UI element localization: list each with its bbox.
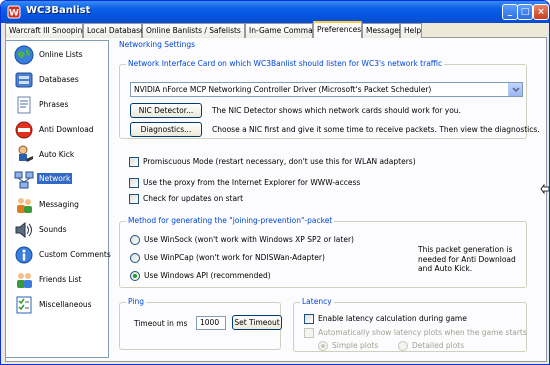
set-timeout-button[interactable]: Set Timeout — [232, 315, 282, 330]
enable-latency-checkbox[interactable] — [304, 314, 314, 324]
close-button[interactable]: × — [533, 4, 549, 20]
enable-latency-label: Enable latency calculation during game — [318, 314, 467, 323]
tab-preferences[interactable]: Preferences — [313, 21, 362, 38]
packet-method-title: Method for generating the "joining-preve… — [126, 216, 335, 225]
sidebar-item-label: Miscellaneous — [39, 300, 92, 309]
sidebar-item-auto-kick[interactable]: Auto Kick — [8, 143, 106, 167]
sidebar-item-label: Phrases — [39, 100, 69, 109]
winpcap-radio[interactable] — [130, 253, 140, 263]
use-proxy-checkbox[interactable] — [129, 178, 139, 188]
diagnostics-button[interactable]: Diagnostics... — [130, 122, 202, 137]
app-icon: W — [7, 5, 21, 19]
packet-method-group: Method for generating the "joining-preve… — [119, 216, 527, 288]
tab-warcraft-snooping[interactable]: Warcraft III Snooping — [5, 23, 87, 38]
speaker-icon — [15, 221, 32, 239]
nic-group-title: Network Interface Card on which WC3Banli… — [126, 59, 445, 68]
nic-detector-button[interactable]: NIC Detector... — [130, 103, 202, 118]
sidebar-item-online-lists[interactable]: Online Lists — [8, 43, 106, 67]
nic-detector-description: The NIC Detector shows which network car… — [212, 106, 461, 115]
timeout-input[interactable]: 1000 — [196, 316, 226, 330]
sidebar-item-label: Databases — [39, 75, 79, 84]
sidebar-item-custom-comments[interactable]: Custom Comments — [8, 243, 111, 267]
sidebar-item-label: Auto Kick — [39, 150, 75, 159]
chevron-down-icon[interactable] — [508, 83, 522, 96]
globe-icon — [14, 45, 34, 65]
winpcap-label: Use WinPCap (won't work for NDISWan-Adap… — [144, 253, 325, 262]
svg-text:W: W — [9, 9, 19, 19]
sidebar-item-label: Friends List — [39, 275, 82, 284]
nic-select[interactable]: NVIDIA nForce MCP Networking Controller … — [130, 82, 523, 97]
section-title: Networking Settings — [119, 40, 196, 49]
sidebar-item-messaging[interactable]: Messaging — [8, 193, 106, 217]
minimize-button[interactable]: _ — [502, 4, 518, 20]
check-updates-checkbox[interactable] — [129, 194, 139, 204]
sidebar-item-friends-list[interactable]: Friends List — [8, 268, 106, 292]
detailed-plots-label: Detailed plots — [412, 341, 465, 350]
networking-settings: Networking Settings Network Interface Ca… — [113, 40, 543, 360]
windows-api-radio[interactable] — [130, 271, 140, 281]
sidebar-item-label: Anti Download — [39, 125, 94, 134]
diagnostics-description: Choose a NIC first and give it some time… — [212, 125, 540, 134]
auto-show-latency-checkbox[interactable] — [304, 328, 314, 338]
preferences-sidebar: Online Lists Databases Phrases Anti Down… — [5, 40, 111, 358]
friends-icon — [17, 273, 32, 288]
promiscuous-mode-label: Promiscuous Mode (restart necessary, don… — [143, 157, 416, 166]
simple-plots-radio[interactable] — [318, 341, 328, 351]
database-icon — [15, 72, 33, 88]
kick-icon — [18, 145, 33, 162]
tab-messages[interactable]: Messages — [362, 23, 403, 38]
nic-group: Network Interface Card on which WC3Banli… — [119, 59, 540, 139]
winsock-radio[interactable] — [130, 235, 140, 245]
sidebar-item-label: Network — [37, 173, 73, 184]
window-title: WC3Banlist — [26, 5, 91, 16]
latency-group: Latency Enable latency calculation durin… — [293, 297, 527, 352]
resize-cursor-icon — [540, 183, 549, 195]
auto-show-latency-label: Automatically show latency plots when th… — [318, 328, 527, 337]
tab-ingame-commands[interactable]: In-Game Commands — [245, 23, 326, 38]
use-proxy-label: Use the proxy from the Internet Explorer… — [143, 178, 361, 187]
sidebar-item-label: Custom Comments — [39, 250, 111, 259]
sidebar-item-label: Sounds — [39, 225, 67, 234]
no-entry-icon — [15, 121, 33, 139]
nic-select-value: NVIDIA nForce MCP Networking Controller … — [134, 85, 432, 94]
sidebar-item-phrases[interactable]: Phrases — [8, 93, 106, 117]
detailed-plots-radio[interactable] — [398, 341, 408, 351]
sidebar-item-miscellaneous[interactable]: Miscellaneous — [8, 293, 106, 317]
ping-group-title: Ping — [126, 297, 146, 306]
sidebar-item-network[interactable]: Network — [8, 168, 106, 192]
people-icon — [17, 198, 32, 213]
ping-group: Ping Timeout in ms 1000 Set Timeout — [119, 297, 282, 350]
sidebar-item-label: Messaging — [39, 200, 79, 209]
timeout-label: Timeout in ms — [134, 319, 188, 328]
sidebar-item-label: Online Lists — [39, 50, 83, 59]
title-bar[interactable]: W WC3Banlist _ □ × — [1, 1, 549, 23]
latency-group-title: Latency — [300, 297, 334, 306]
checklist-icon — [16, 296, 32, 314]
document-icon — [17, 96, 31, 114]
maximize-button[interactable]: □ — [517, 4, 533, 20]
promiscuous-mode-checkbox[interactable] — [129, 157, 139, 167]
network-icon — [14, 171, 34, 189]
windows-api-label: Use Windows API (recommended) — [144, 271, 271, 280]
tab-online-banlists[interactable]: Online Banlists / Safelists — [142, 23, 245, 38]
info-icon — [15, 246, 33, 264]
packet-method-note: This packet generation is needed for Ant… — [418, 245, 516, 273]
sidebar-item-sounds[interactable]: Sounds — [8, 218, 106, 242]
winsock-label: Use WinSock (won't work with Windows XP … — [144, 235, 354, 244]
sidebar-item-databases[interactable]: Databases — [8, 68, 106, 92]
check-updates-label: Check for updates on start — [143, 194, 244, 203]
tab-local-database[interactable]: Local Database — [83, 23, 145, 38]
tab-help[interactable]: Help — [400, 23, 422, 38]
simple-plots-label: Simple plots — [332, 341, 379, 350]
sidebar-item-anti-download[interactable]: Anti Download — [8, 118, 106, 142]
app-window: W WC3Banlist _ □ × Warcraft III Snooping… — [0, 0, 550, 365]
